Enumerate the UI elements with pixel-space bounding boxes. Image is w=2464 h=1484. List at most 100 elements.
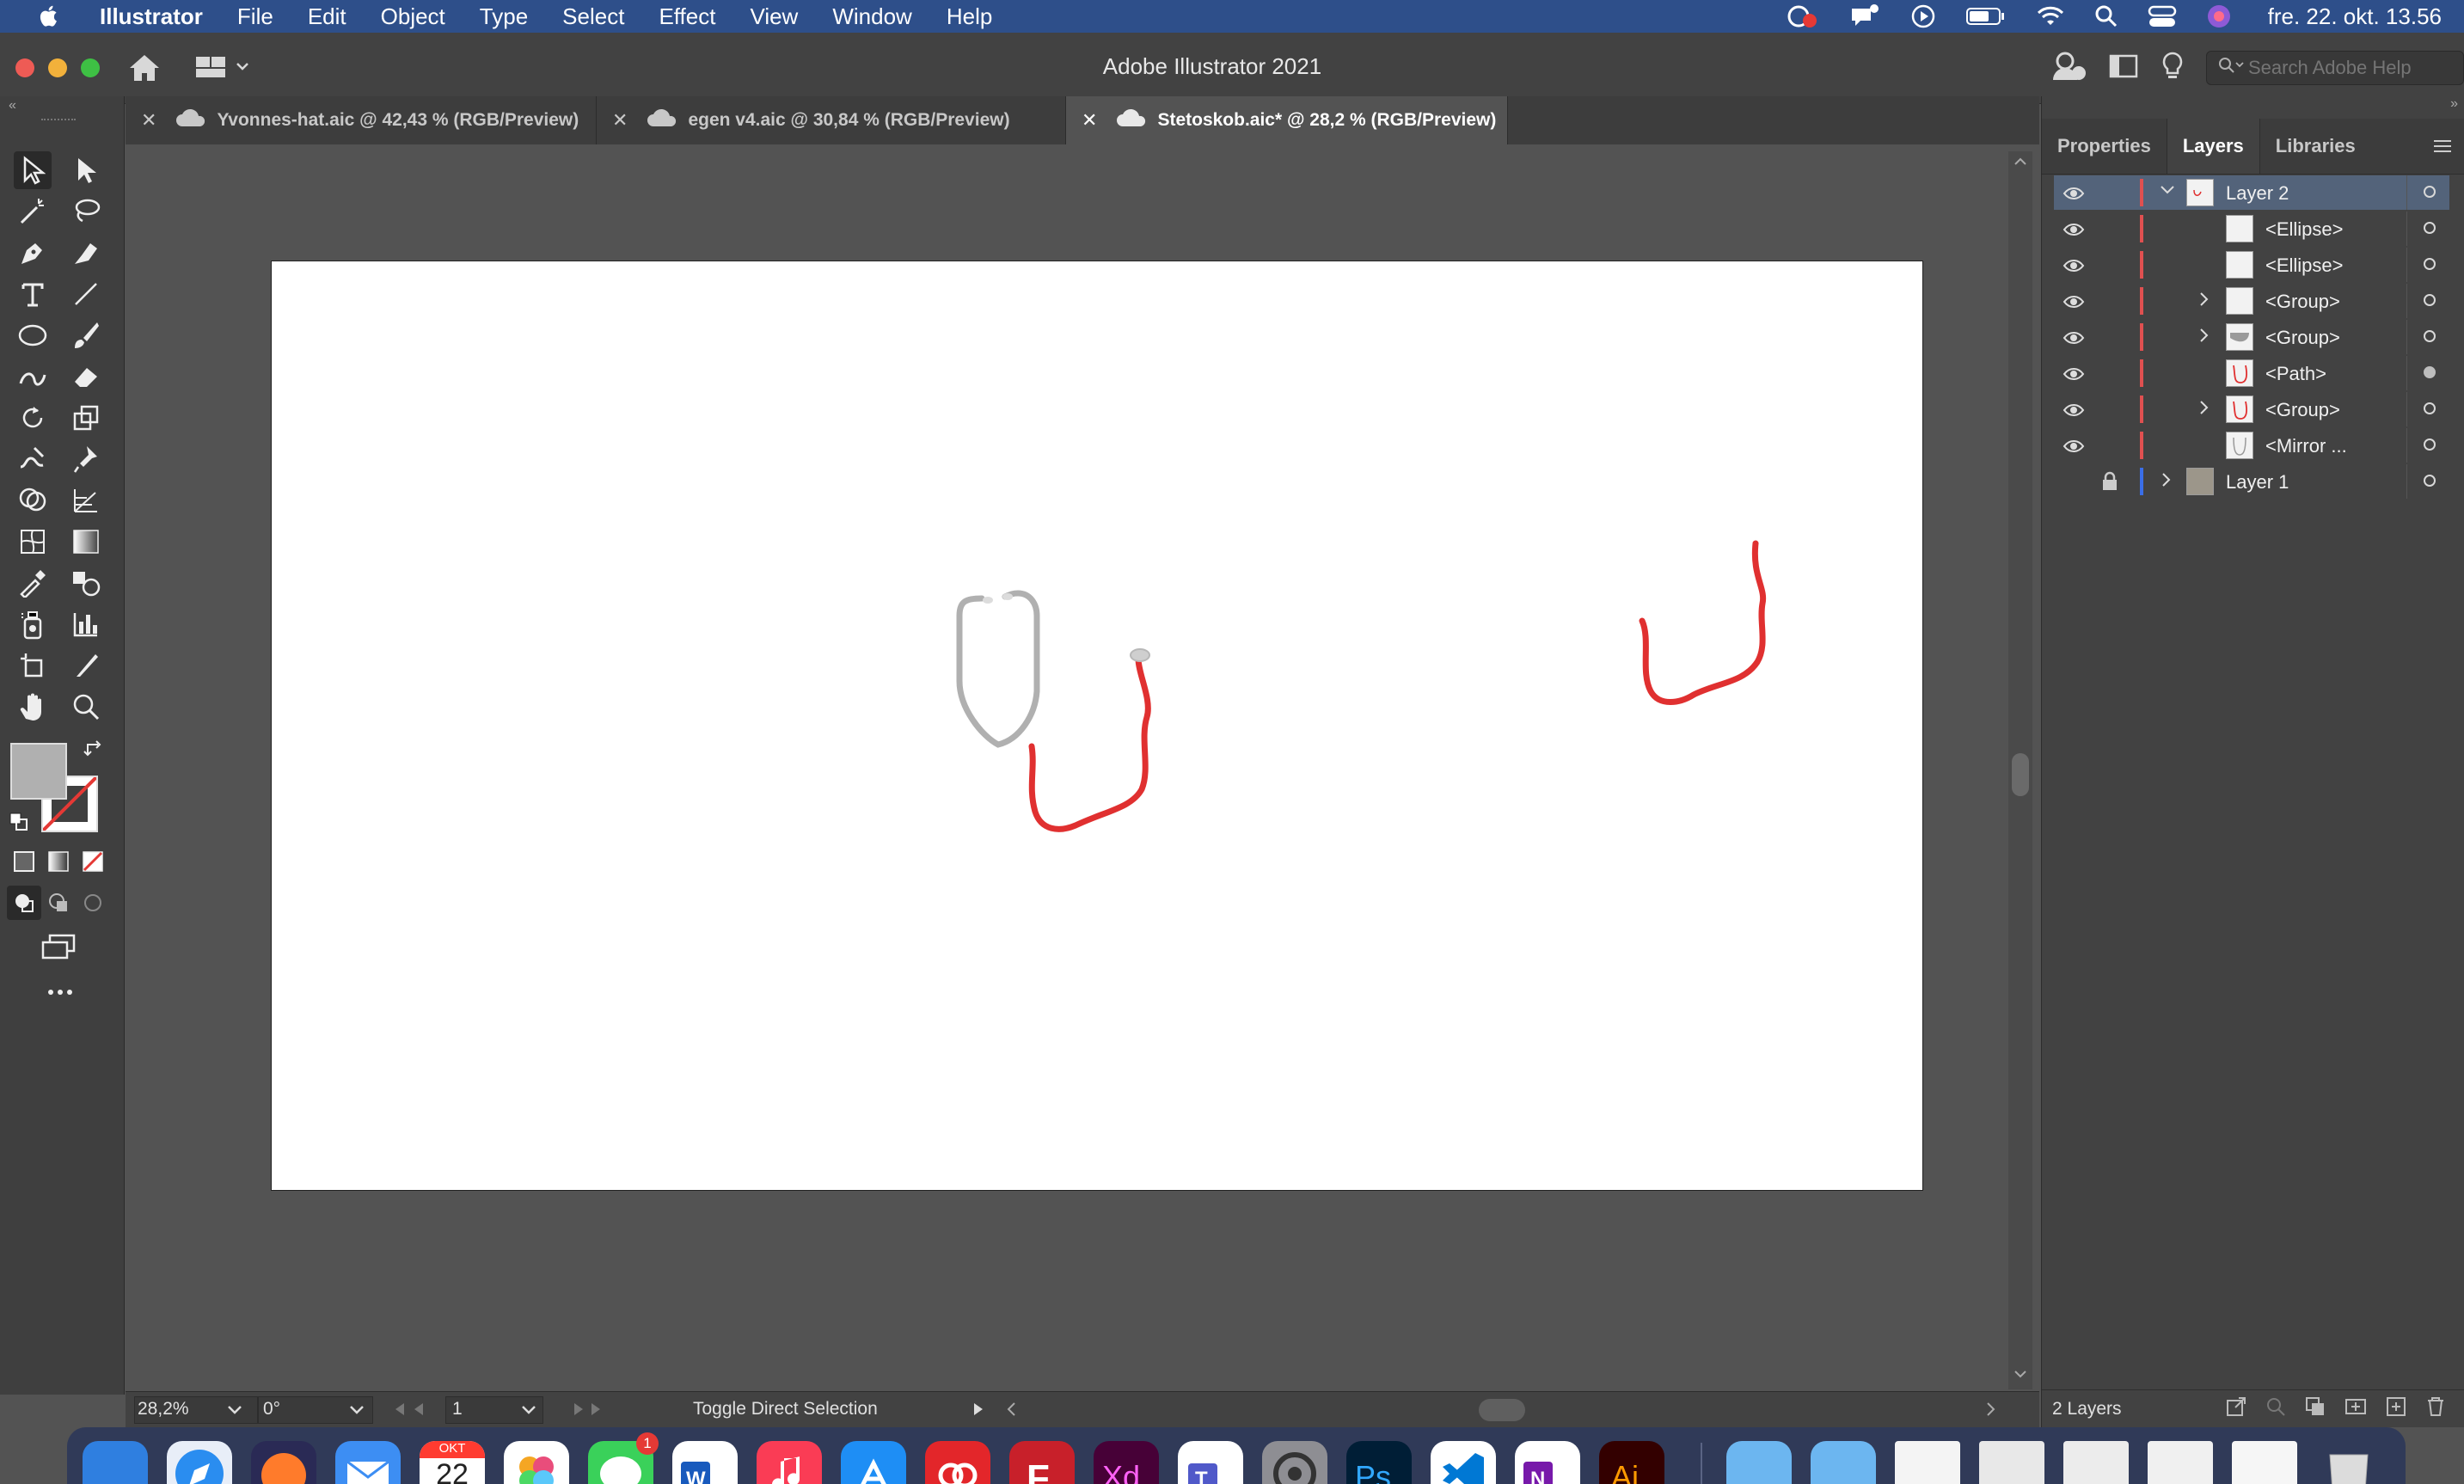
first-artboard-icon[interactable] bbox=[389, 1401, 440, 1423]
play-icon[interactable] bbox=[1910, 3, 1936, 29]
target-circle-icon[interactable] bbox=[2424, 402, 2436, 414]
collapse-panel-icon[interactable]: » bbox=[2450, 96, 2458, 112]
shaper-tool-icon[interactable] bbox=[14, 358, 52, 396]
onenote-dock-icon[interactable]: N bbox=[1515, 1441, 1580, 1484]
document-tab[interactable]: ✕ Yvonnes-hat.aic @ 42,43 % (RGB/Preview… bbox=[126, 96, 597, 144]
creative-cloud-dock-icon[interactable] bbox=[925, 1441, 990, 1484]
menu-file[interactable]: File bbox=[237, 3, 273, 30]
target-circle-icon[interactable] bbox=[2424, 186, 2436, 198]
photoshop-dock-icon[interactable]: Ps bbox=[1346, 1441, 1412, 1484]
object-name[interactable]: <Group> bbox=[2265, 399, 2340, 421]
color-mode-icon[interactable] bbox=[7, 844, 41, 879]
scroll-up-icon[interactable] bbox=[2013, 155, 2027, 170]
object-name[interactable]: <Ellipse> bbox=[2265, 254, 2344, 277]
layer-row-group[interactable]: <Group> bbox=[2054, 320, 2449, 354]
photos-dock-icon[interactable] bbox=[504, 1441, 569, 1484]
spotlight-search-icon[interactable] bbox=[2094, 4, 2118, 28]
last-artboard-icon[interactable] bbox=[557, 1401, 609, 1423]
document-stack-dock-icon[interactable] bbox=[2232, 1441, 2297, 1484]
vscode-dock-icon[interactable] bbox=[1431, 1441, 1496, 1484]
scroll-left-icon[interactable] bbox=[1006, 1401, 1018, 1423]
ellipse-tool-icon[interactable] bbox=[14, 316, 52, 354]
target-circle-icon[interactable] bbox=[2424, 222, 2436, 234]
visibility-eye-icon[interactable] bbox=[2063, 256, 2085, 279]
create-new-layer-icon[interactable] bbox=[2385, 1395, 2407, 1423]
wifi-icon[interactable] bbox=[2036, 4, 2065, 28]
export-icon[interactable] bbox=[2225, 1395, 2247, 1423]
share-user-icon[interactable] bbox=[2050, 49, 2087, 88]
selection-tool-icon[interactable] bbox=[14, 151, 52, 189]
object-name[interactable]: <Ellipse> bbox=[2265, 218, 2344, 241]
teams-dock-icon[interactable]: T bbox=[1178, 1441, 1243, 1484]
curvature-tool-icon[interactable] bbox=[67, 234, 105, 272]
help-search-field[interactable] bbox=[2206, 51, 2464, 85]
app-menu[interactable]: Illustrator bbox=[100, 3, 203, 30]
applications-folder-dock-icon[interactable] bbox=[1726, 1441, 1792, 1484]
chevron-down-icon[interactable] bbox=[2159, 181, 2176, 202]
document-stack-dock-icon[interactable] bbox=[2063, 1441, 2129, 1484]
draw-inside-icon[interactable] bbox=[76, 886, 110, 920]
collapse-panel-icon[interactable]: « bbox=[9, 98, 16, 113]
visibility-eye-icon[interactable] bbox=[2063, 365, 2085, 387]
column-graph-tool-icon[interactable] bbox=[67, 605, 105, 643]
layer-row-ellipse[interactable]: <Ellipse> bbox=[2054, 248, 2449, 282]
mail-dock-icon[interactable] bbox=[335, 1441, 401, 1484]
object-name[interactable]: <Group> bbox=[2265, 327, 2340, 349]
line-segment-tool-icon[interactable] bbox=[67, 275, 105, 313]
close-tab-icon[interactable]: ✕ bbox=[612, 109, 628, 132]
hand-tool-icon[interactable] bbox=[14, 688, 52, 726]
menu-edit[interactable]: Edit bbox=[308, 3, 346, 30]
visibility-eye-icon[interactable] bbox=[2063, 184, 2085, 206]
scrollbar-thumb[interactable] bbox=[2012, 753, 2029, 796]
layer-row-ellipse[interactable]: <Ellipse> bbox=[2054, 212, 2449, 246]
gradient-mode-icon[interactable] bbox=[41, 844, 76, 879]
visibility-eye-icon[interactable] bbox=[2063, 401, 2085, 423]
chevron-right-icon[interactable] bbox=[2195, 327, 2212, 348]
scroll-right-icon[interactable] bbox=[1984, 1401, 1996, 1423]
draw-behind-icon[interactable] bbox=[41, 886, 76, 920]
layer-row-layer-1[interactable]: Layer 1 bbox=[2054, 464, 2449, 499]
target-circle-icon[interactable] bbox=[2424, 438, 2436, 451]
visibility-eye-icon[interactable] bbox=[2063, 328, 2085, 351]
layer-row-group[interactable]: <Group> bbox=[2054, 284, 2449, 318]
close-tab-icon[interactable]: ✕ bbox=[1082, 109, 1097, 132]
eraser-tool-icon[interactable] bbox=[67, 358, 105, 396]
siri-icon[interactable] bbox=[2206, 3, 2232, 29]
none-mode-icon[interactable] bbox=[76, 844, 110, 879]
close-tab-icon[interactable]: ✕ bbox=[141, 109, 156, 132]
menu-select[interactable]: Select bbox=[562, 3, 624, 30]
object-name[interactable]: <Mirror ... bbox=[2265, 435, 2347, 457]
magic-wand-tool-icon[interactable] bbox=[14, 193, 52, 230]
layer-name[interactable]: Layer 2 bbox=[2226, 182, 2289, 205]
tab-layers[interactable]: Layers bbox=[2166, 119, 2260, 174]
word-dock-icon[interactable]: W bbox=[672, 1441, 738, 1484]
fill-swatch-front[interactable] bbox=[10, 743, 67, 800]
tab-libraries[interactable]: Libraries bbox=[2260, 119, 2371, 174]
control-center-icon[interactable] bbox=[2148, 4, 2177, 28]
help-search-input[interactable] bbox=[2246, 56, 2448, 80]
lasso-tool-icon[interactable] bbox=[67, 193, 105, 230]
visibility-eye-icon[interactable] bbox=[2063, 292, 2085, 315]
target-circle-icon[interactable] bbox=[2424, 294, 2436, 306]
target-circle-icon[interactable] bbox=[2424, 330, 2436, 342]
filezilla-dock-icon[interactable]: F bbox=[1009, 1441, 1075, 1484]
creative-cloud-status-icon[interactable] bbox=[1785, 3, 1819, 29]
create-sublayer-icon[interactable] bbox=[2344, 1395, 2368, 1423]
notification-icon[interactable] bbox=[1848, 3, 1881, 29]
lock-icon[interactable] bbox=[2100, 471, 2119, 497]
target-circle-icon[interactable] bbox=[2424, 258, 2436, 270]
visibility-eye-icon[interactable] bbox=[2063, 220, 2085, 242]
artboard[interactable] bbox=[272, 261, 1922, 1190]
pen-tool-icon[interactable] bbox=[14, 234, 52, 272]
menu-window[interactable]: Window bbox=[832, 3, 911, 30]
horizontal-scrollbar-thumb[interactable] bbox=[1479, 1399, 1525, 1421]
apple-icon[interactable] bbox=[33, 3, 67, 29]
battery-icon[interactable] bbox=[1965, 5, 2007, 28]
status-menu-icon[interactable] bbox=[972, 1401, 985, 1423]
lightbulb-icon[interactable] bbox=[2160, 51, 2185, 86]
menu-help[interactable]: Help bbox=[947, 3, 992, 30]
paintbrush-tool-icon[interactable] bbox=[67, 316, 105, 354]
target-circle-filled-icon[interactable] bbox=[2424, 366, 2436, 378]
scroll-down-icon[interactable] bbox=[2013, 1369, 2027, 1384]
app-store-dock-icon[interactable] bbox=[841, 1441, 906, 1484]
